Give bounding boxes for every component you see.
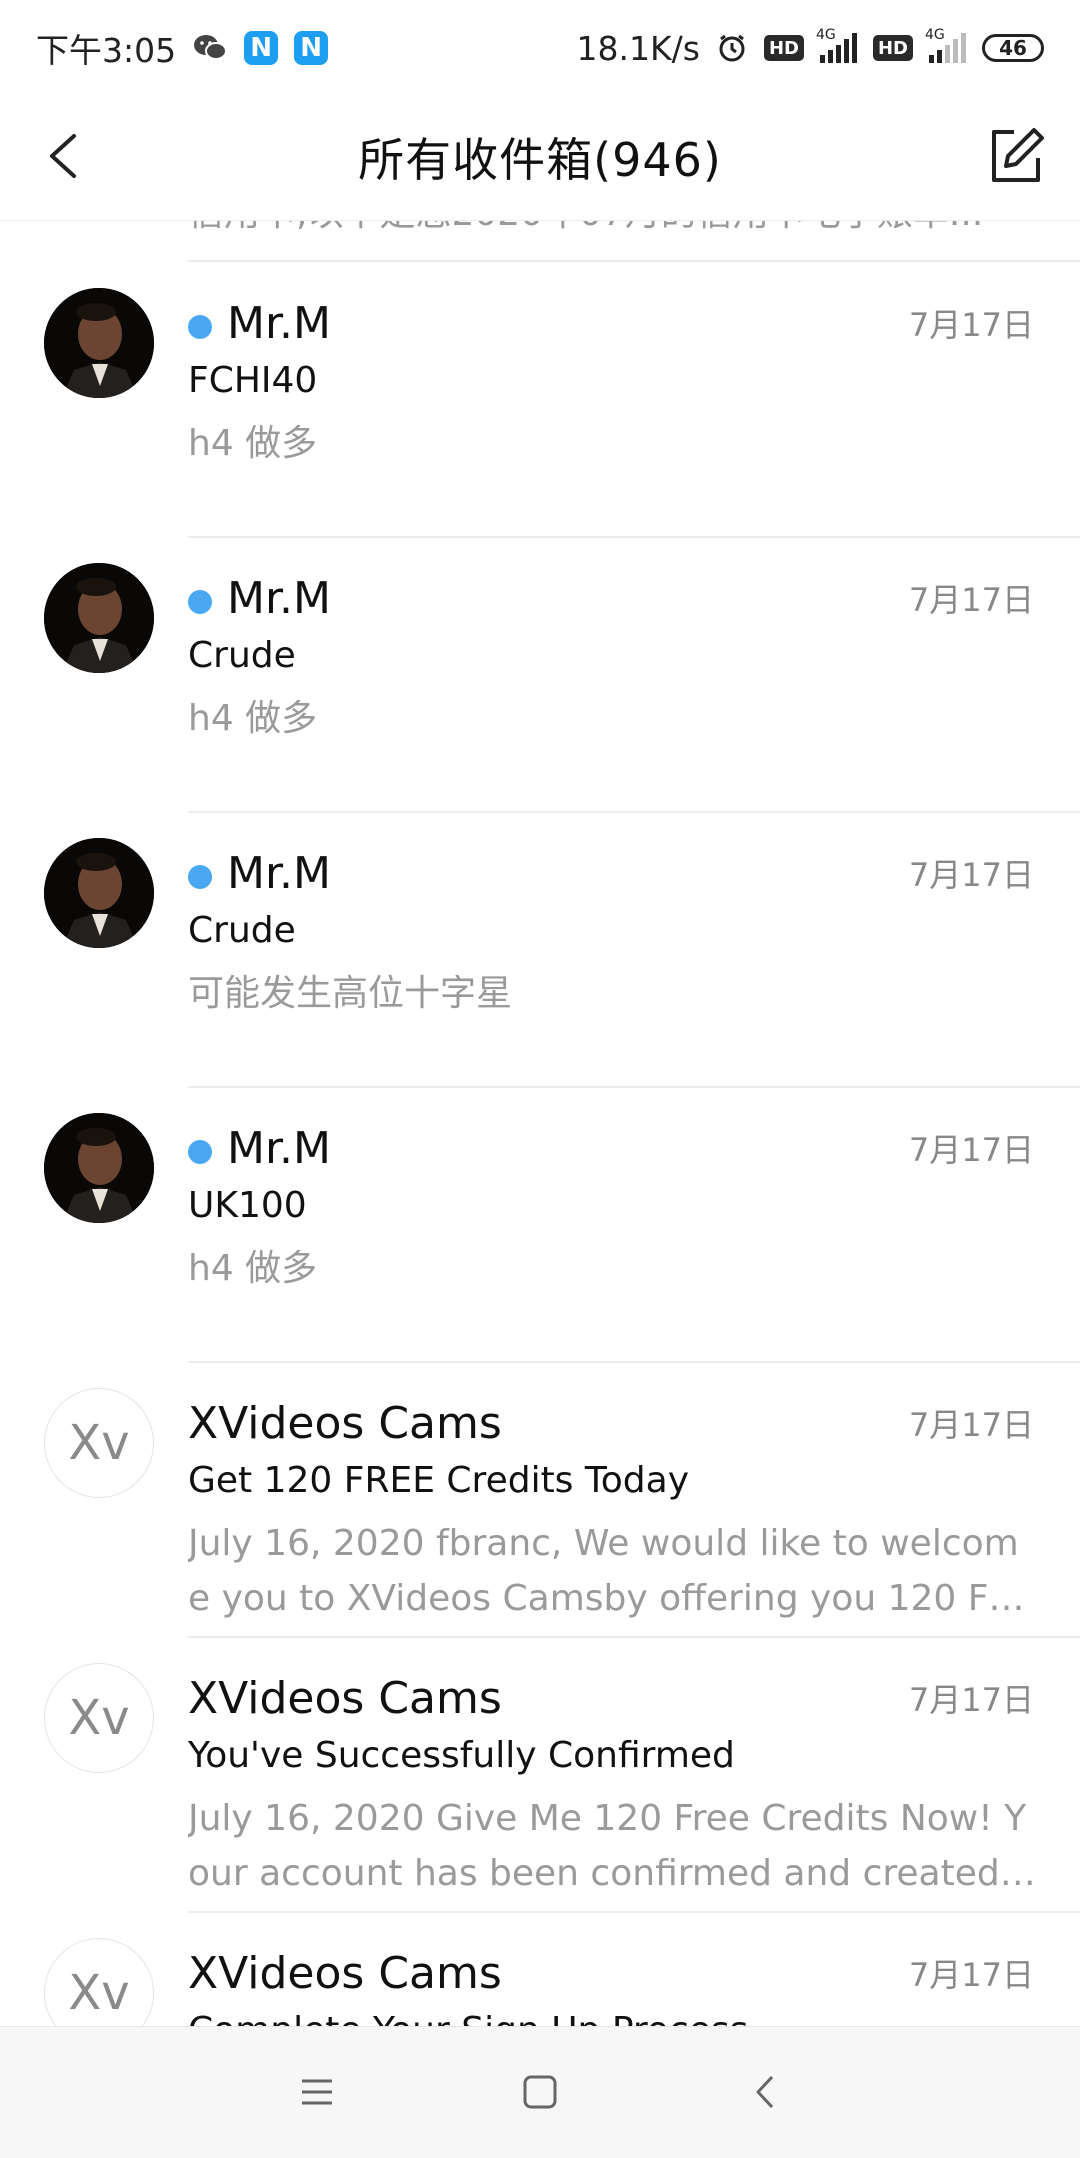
mail-date: 7月17日: [908, 1406, 1034, 1444]
mail-subject: Crude: [188, 635, 296, 676]
mail-list-item[interactable]: Mr.M 7月17日 Crude 可能发生高位十字星: [0, 812, 1080, 1087]
sender-avatar: [44, 1113, 154, 1223]
mail-date: 7月17日: [908, 1681, 1034, 1719]
sender-name: XVideos Cams: [188, 1948, 502, 1999]
sender-name: XVideos Cams: [188, 1673, 502, 1724]
mail-list-item[interactable]: Xv XVideos Cams 7月17日 Get 120 FREE Credi…: [0, 1362, 1080, 1637]
unread-indicator: [188, 590, 212, 614]
sender-avatar: Xv: [44, 1663, 154, 1773]
mail-preview: July 16, 2020 fbranc, We would like to w…: [188, 1523, 1037, 1619]
notification-n-icon: N: [294, 31, 329, 65]
system-nav-bar: [0, 2026, 1080, 2158]
mail-inbox-screen: 下午3:05 N N 18.1K/s HD 4G HD 4G 46 所有收件箱(…: [0, 0, 1080, 2158]
app-header: 所有收件箱(946): [0, 96, 1080, 221]
sender-avatar: [44, 838, 154, 948]
mail-subject: Get 120 FREE Credits Today: [188, 1460, 689, 1501]
alarm-icon: [716, 32, 748, 64]
clock: 下午3:05: [36, 31, 177, 70]
nav-menu-button[interactable]: [292, 2067, 342, 2117]
sender-name: Mr.M: [227, 848, 331, 899]
sender-name: XVideos Cams: [188, 1398, 502, 1449]
signal-icon: 4G: [816, 27, 857, 63]
compose-button[interactable]: [984, 124, 1048, 188]
sender-avatar: Xv: [44, 1388, 154, 1498]
mail-date: 7月17日: [908, 1956, 1034, 1994]
mail-preview: h4 做多: [188, 423, 318, 464]
mail-date: 7月17日: [908, 581, 1034, 619]
sender-name: Mr.M: [227, 1123, 331, 1174]
mail-list-item[interactable]: Mr.M 7月17日 UK100 h4 做多: [0, 1087, 1080, 1362]
mail-list-item[interactable]: Xv XVideos Cams 7月17日 You've Successfull…: [0, 1637, 1080, 1912]
sender-name: Mr.M: [227, 573, 331, 624]
nav-home-button[interactable]: [515, 2067, 565, 2117]
sender-name: Mr.M: [227, 298, 331, 349]
mail-preview: h4 做多: [188, 698, 318, 739]
wechat-icon: [192, 33, 228, 63]
back-triangle-icon: [756, 2075, 774, 2109]
unread-indicator: [188, 315, 212, 339]
mail-date: 7月17日: [908, 856, 1034, 894]
status-left: 下午3:05 N N: [36, 24, 329, 72]
partial-item-preview[interactable]: 信用卡,以下是您2020年07月的信用卡电子账单...: [188, 220, 1038, 244]
unread-indicator: [188, 865, 212, 889]
mail-date: 7月17日: [908, 1131, 1034, 1169]
network-speed: 18.1K/s: [576, 28, 700, 68]
mail-preview: 可能发生高位十字星: [188, 973, 513, 1014]
mail-subject: Crude: [188, 910, 296, 951]
mail-subject: You've Successfully Confirmed: [188, 1735, 735, 1776]
mail-subject: Complete Your Sign Up Process: [188, 2010, 748, 2026]
signal-label: 4G: [925, 27, 945, 43]
mail-list-item[interactable]: Xv XVideos Cams 7月17日 Complete Your Sign…: [0, 1912, 1080, 2026]
unread-indicator: [188, 1140, 212, 1164]
signal-icon: 4G: [925, 27, 966, 63]
page-title: 所有收件箱(946): [358, 133, 722, 187]
mail-preview: h4 做多: [188, 1248, 318, 1289]
hd-icon: HD: [763, 35, 804, 61]
hd-icon: HD: [872, 35, 913, 61]
mail-list-item[interactable]: Mr.M 7月17日 FCHI40 h4 做多: [0, 262, 1080, 537]
menu-icon: [302, 2079, 332, 2105]
sender-avatar: Xv: [44, 1938, 154, 2026]
status-bar: 下午3:05 N N 18.1K/s HD 4G HD 4G 46: [0, 0, 1080, 96]
notification-n-icon: N: [244, 31, 279, 65]
mail-preview: July 16, 2020 Give Me 120 Free Credits N…: [188, 1798, 1027, 1894]
battery-icon: 46: [982, 34, 1044, 62]
mail-list-item[interactable]: Mr.M 7月17日 Crude h4 做多: [0, 537, 1080, 812]
mail-list[interactable]: 信用卡,以下是您2020年07月的信用卡电子账单... Mr.M 7月17日 F…: [0, 220, 1080, 2026]
mail-subject: UK100: [188, 1185, 307, 1226]
status-right: 18.1K/s HD 4G HD 4G 46: [576, 27, 1044, 68]
home-square-icon: [523, 2075, 557, 2109]
nav-back-button[interactable]: [740, 2067, 790, 2117]
mail-subject: FCHI40: [188, 360, 318, 401]
sender-avatar: [44, 288, 154, 398]
mail-date: 7月17日: [908, 306, 1034, 344]
sender-avatar: [44, 563, 154, 673]
signal-label: 4G: [815, 27, 836, 43]
compose-icon: [992, 128, 1044, 182]
